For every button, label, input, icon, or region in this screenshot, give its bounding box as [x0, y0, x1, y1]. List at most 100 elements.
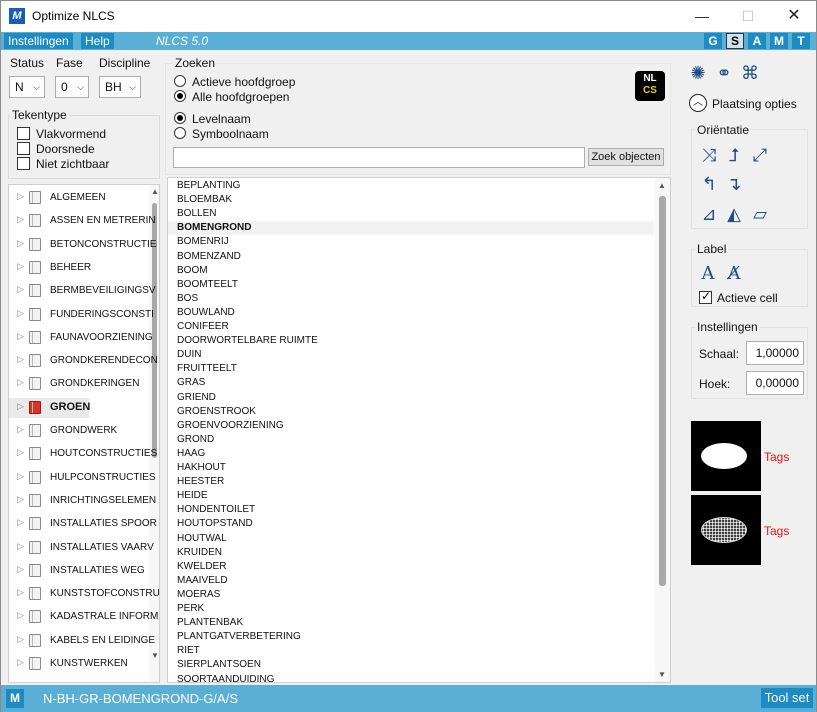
expand-triangle-icon[interactable]: ▷ — [17, 308, 24, 319]
level-row[interactable]: BOS — [168, 292, 654, 306]
scroll-up-icon[interactable]: ▲ — [151, 187, 159, 196]
scroll-down-icon[interactable]: ▼ — [151, 651, 159, 660]
expand-triangle-icon[interactable]: ▷ — [17, 517, 24, 528]
symboolnaam-radio[interactable] — [174, 127, 186, 139]
minimize-button[interactable]: — — [679, 1, 725, 32]
tree-item[interactable]: ▷ FUNDERINGSCONSTI — [9, 305, 154, 325]
level-row[interactable]: GROND — [168, 433, 654, 447]
tree-item[interactable]: ▷ HULPCONSTRUCTIES — [9, 468, 156, 488]
tree-item[interactable]: ▷ BEHEER — [9, 258, 149, 278]
level-row[interactable]: CONIFEER — [168, 320, 654, 334]
niet-zichtbaar-checkbox[interactable] — [17, 157, 30, 170]
skew-icon[interactable]: ▱ — [749, 203, 771, 225]
expand-triangle-icon[interactable]: ▷ — [17, 284, 24, 295]
tags-link-2[interactable]: Tags — [764, 524, 789, 538]
diagonal-arrow-icon[interactable]: ⤢ — [749, 144, 771, 166]
turn-left-icon[interactable]: ↰ — [698, 173, 720, 195]
vlakvormend-checkbox[interactable] — [17, 127, 30, 140]
level-row[interactable]: HONDENTOILET — [168, 503, 654, 517]
level-row[interactable]: BOUWLAND — [168, 306, 654, 320]
level-row[interactable]: BOLLEN — [168, 207, 654, 221]
schaal-input[interactable]: 1,00000 — [746, 341, 804, 365]
expand-triangle-icon[interactable]: ▷ — [17, 401, 24, 412]
level-row[interactable]: PLANTENBAK — [168, 616, 654, 630]
tree-item[interactable]: ▷ GRONDKERINGEN — [9, 374, 149, 394]
level-row[interactable]: RIET — [168, 644, 654, 658]
level-row[interactable]: BOMENRIJ — [168, 235, 654, 249]
expand-triangle-icon[interactable]: ▷ — [17, 377, 24, 388]
tags-link-1[interactable]: Tags — [764, 450, 789, 464]
mode-button-g[interactable]: G — [704, 33, 722, 49]
level-row[interactable]: DUIN — [168, 348, 654, 362]
expand-triangle-icon[interactable]: ▷ — [17, 214, 24, 225]
level-row[interactable]: KRUIDEN — [168, 546, 654, 560]
level-row[interactable]: BOOM — [168, 264, 654, 278]
level-row[interactable]: GROENSTROOK — [168, 405, 654, 419]
expand-triangle-icon[interactable]: ▷ — [17, 331, 24, 342]
tree-item[interactable]: ▷ INRICHTINGSELEMEN — [9, 491, 156, 511]
level-row[interactable]: HAKHOUT — [168, 461, 654, 475]
level-row[interactable]: PLANTGATVERBETERING — [168, 630, 654, 644]
cell-preview-hatched[interactable] — [691, 495, 761, 565]
maximize-button[interactable]: ☐ — [725, 1, 771, 32]
zoek-objecten-button[interactable]: Zoek objecten — [588, 148, 664, 166]
level-row[interactable]: HOUTOPSTAND — [168, 517, 654, 531]
status-mode-button[interactable]: M — [6, 689, 24, 708]
expand-triangle-icon[interactable]: ▷ — [17, 610, 24, 621]
level-row[interactable]: BEPLANTING — [168, 179, 654, 193]
mode-button-a[interactable]: A — [748, 33, 766, 49]
close-button[interactable]: ✕ — [771, 1, 817, 32]
level-row[interactable]: MAAIVELD — [168, 574, 654, 588]
expand-triangle-icon[interactable]: ▷ — [17, 238, 24, 249]
tree-scrollbar[interactable]: ▲ ▼ — [149, 185, 159, 682]
turn-right-icon[interactable]: ↴ — [723, 173, 745, 195]
tree-item[interactable]: ▷ HOUTCONSTRUCTIES — [9, 444, 157, 464]
level-row[interactable]: GRIEND — [168, 391, 654, 405]
tree-item[interactable]: ▷ ASSEN EN METRERIN — [9, 211, 156, 231]
expand-triangle-icon[interactable]: ▷ — [17, 191, 24, 202]
tree-item[interactable]: ▷ INSTALLATIES WEG — [9, 561, 149, 581]
tree-item[interactable]: ▷ KUNSTSTOFCONSTRU — [9, 584, 159, 604]
level-row[interactable]: SOORTAANDUIDING — [168, 673, 654, 683]
tree-item[interactable]: ▷ INSTALLATIES VAARV — [9, 538, 154, 558]
levelnaam-radio[interactable] — [174, 112, 186, 124]
status-select[interactable]: N ⌵ — [9, 76, 45, 98]
tree-item[interactable]: ▷ KUNSTWERKEN — [9, 654, 149, 674]
tree-item[interactable]: ▷ ALGEMEEN — [9, 188, 149, 208]
menu-help[interactable]: Help — [81, 33, 114, 49]
tool-set-button[interactable]: Tool set — [761, 688, 813, 708]
expand-triangle-icon[interactable]: ▷ — [17, 354, 24, 365]
expand-triangle-icon[interactable]: ▷ — [17, 261, 24, 272]
expand-triangle-icon[interactable]: ▷ — [17, 587, 24, 598]
menu-instellingen[interactable]: Instellingen — [4, 33, 73, 49]
level-row[interactable]: PERK — [168, 602, 654, 616]
link-icon[interactable]: ⚭ — [713, 62, 735, 84]
level-row[interactable]: GRAS — [168, 376, 654, 390]
level-row[interactable]: KWELDER — [168, 560, 654, 574]
settings-sun-icon[interactable]: ✺ — [687, 62, 709, 84]
hoek-input[interactable]: 0,00000 — [746, 371, 804, 395]
rotate-free-icon[interactable]: ⤨ — [698, 144, 720, 166]
level-row[interactable]: BLOEMBAK — [168, 193, 654, 207]
tree-item[interactable]: ▷ KABELS EN LEIDINGE — [9, 631, 155, 651]
alle-hoofdgroepen-radio[interactable] — [174, 90, 186, 102]
tree-item[interactable]: ▷ BETONCONSTRUCTIE — [9, 235, 157, 255]
scroll-up-icon[interactable]: ▲ — [658, 181, 666, 190]
level-row[interactable]: BOMENGROND — [168, 221, 654, 236]
level-row[interactable]: BOOMTEELT — [168, 278, 654, 292]
search-input[interactable] — [173, 147, 585, 168]
align-corner-icon[interactable]: ⮥ — [723, 144, 745, 166]
expand-triangle-icon[interactable]: ▷ — [17, 447, 24, 458]
expand-triangle-icon[interactable]: ▷ — [17, 634, 24, 645]
tree-item[interactable]: ▷ BERMBEVEILIGINGSV — [9, 281, 156, 301]
expand-triangle-icon[interactable]: ▷ — [17, 564, 24, 575]
expand-triangle-icon[interactable]: ▷ — [17, 657, 24, 668]
discipline-select[interactable]: BH ⌵ — [99, 76, 141, 98]
doorsnede-checkbox[interactable] — [17, 142, 30, 155]
tree-item[interactable]: ▷ KADASTRALE INFORM — [9, 607, 158, 627]
level-row[interactable]: MOERAS — [168, 588, 654, 602]
level-row[interactable]: BOMENZAND — [168, 250, 654, 264]
expand-triangle-icon[interactable]: ▷ — [17, 541, 24, 552]
actieve-hoofdgroep-radio[interactable] — [174, 75, 186, 87]
cell-preview-solid[interactable] — [691, 421, 761, 491]
